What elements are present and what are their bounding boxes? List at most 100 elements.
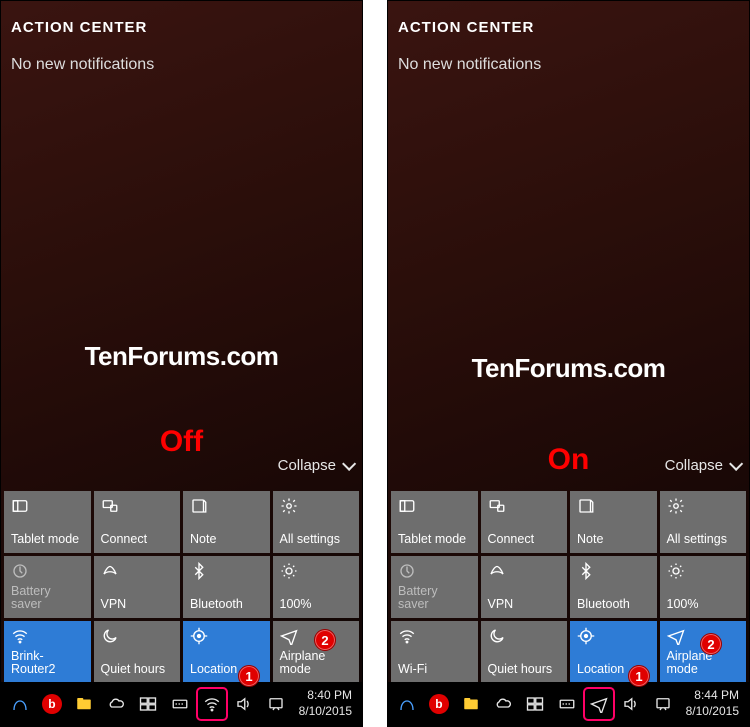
tablet-icon (398, 497, 416, 515)
location-icon (190, 627, 208, 645)
quick-action-tablet[interactable]: Tablet mode (4, 491, 91, 553)
note-icon (577, 497, 595, 515)
tile-label: Connect (101, 533, 174, 547)
quick-action-gear[interactable]: All settings (660, 491, 747, 553)
annotation-callout: 2 (314, 629, 336, 651)
tray-explorer-icon[interactable] (69, 688, 99, 720)
collapse-label: Collapse (665, 457, 723, 474)
tray-action-icon[interactable] (261, 688, 291, 720)
state-label: Off (1, 425, 362, 459)
quick-action-bluetooth[interactable]: Bluetooth (183, 556, 270, 618)
tray-keyboard-icon[interactable] (520, 688, 550, 720)
tray-volume-icon[interactable] (616, 688, 646, 720)
vpn-icon (101, 562, 119, 580)
collapse-label: Collapse (278, 457, 336, 474)
tile-label: Quiet hours (488, 663, 561, 677)
beats-icon: b (42, 694, 62, 714)
bluetooth-icon (577, 562, 595, 580)
taskbar-clock[interactable]: 8:40 PM8/10/2015 (293, 688, 358, 719)
taskbar: b 8:44 PM8/10/2015 (388, 682, 749, 726)
tray-explorer-icon[interactable] (456, 688, 486, 720)
quick-action-note[interactable]: Note (570, 491, 657, 553)
tray-onedrive-icon[interactable] (488, 688, 518, 720)
tray-keyboard-icon[interactable] (133, 688, 163, 720)
tray-plane-icon[interactable] (584, 688, 614, 720)
annotation-callout: 2 (700, 633, 722, 655)
quick-action-battery[interactable]: Battery saver (4, 556, 91, 618)
tray-malwarebytes-icon[interactable] (5, 688, 35, 720)
clock-date: 8/10/2015 (686, 704, 739, 720)
battery-icon (11, 562, 29, 580)
connect-icon (101, 497, 119, 515)
tray-malwarebytes-icon[interactable] (392, 688, 422, 720)
gear-icon (280, 497, 298, 515)
plane-icon (667, 627, 685, 645)
bright-icon (667, 562, 685, 580)
quick-action-bright[interactable]: 100% (660, 556, 747, 618)
quick-action-connect[interactable]: Connect (481, 491, 568, 553)
collapse-button[interactable]: Collapse (278, 457, 352, 474)
tile-label: Brink-Router2 (11, 650, 84, 678)
action-center-header: ACTION CENTER (388, 1, 749, 50)
beats-icon: b (429, 694, 449, 714)
quick-action-note[interactable]: Note (183, 491, 270, 553)
tray-action-icon[interactable] (648, 688, 678, 720)
clock-date: 8/10/2015 (299, 704, 352, 720)
watermark-text: TenForums.com (388, 353, 749, 384)
battery-icon (398, 562, 416, 580)
quick-action-moon[interactable]: Quiet hours (94, 621, 181, 683)
annotation-callout: 1 (238, 665, 260, 687)
tile-label: All settings (667, 533, 740, 547)
action-center-header: ACTION CENTER (1, 1, 362, 50)
quick-action-tablet[interactable]: Tablet mode (391, 491, 478, 553)
tile-label: 100% (280, 598, 353, 612)
clock-time: 8:44 PM (686, 688, 739, 704)
plane-icon (280, 627, 298, 645)
tile-label: Battery saver (11, 585, 84, 613)
quick-action-bright[interactable]: 100% (273, 556, 360, 618)
no-notifications-text: No new notifications (388, 50, 749, 80)
quick-action-moon[interactable]: Quiet hours (481, 621, 568, 683)
quick-action-gear[interactable]: All settings (273, 491, 360, 553)
quick-action-vpn[interactable]: VPN (94, 556, 181, 618)
tray-wifi-icon[interactable] (197, 688, 227, 720)
tray-volume-icon[interactable] (229, 688, 259, 720)
tile-label: 100% (667, 598, 740, 612)
taskbar: b 8:40 PM8/10/2015 (1, 682, 362, 726)
bluetooth-icon (190, 562, 208, 580)
moon-icon (101, 627, 119, 645)
bright-icon (280, 562, 298, 580)
note-icon (190, 497, 208, 515)
tile-label: Quiet hours (101, 663, 174, 677)
collapse-button[interactable]: Collapse (665, 457, 739, 474)
tile-label: Wi-Fi (398, 663, 471, 677)
tray-input-icon[interactable] (165, 688, 195, 720)
quick-action-wifi[interactable]: Wi-Fi (391, 621, 478, 683)
tray-beats-icon[interactable]: b (37, 688, 67, 720)
taskbar-clock[interactable]: 8:44 PM8/10/2015 (680, 688, 745, 719)
quick-action-bluetooth[interactable]: Bluetooth (570, 556, 657, 618)
location-icon (577, 627, 595, 645)
quick-action-battery[interactable]: Battery saver (391, 556, 478, 618)
tile-label: Airplane mode (667, 650, 740, 678)
tray-beats-icon[interactable]: b (424, 688, 454, 720)
quick-action-connect[interactable]: Connect (94, 491, 181, 553)
tile-label: VPN (488, 598, 561, 612)
tile-label: Note (190, 533, 263, 547)
annotation-callout: 1 (628, 665, 650, 687)
tile-label: Note (577, 533, 650, 547)
tray-input-icon[interactable] (552, 688, 582, 720)
connect-icon (488, 497, 506, 515)
quick-action-vpn[interactable]: VPN (481, 556, 568, 618)
tile-label: Tablet mode (11, 533, 84, 547)
wifi-icon (398, 627, 416, 645)
gear-icon (667, 497, 685, 515)
quick-action-wifi[interactable]: Brink-Router2 (4, 621, 91, 683)
tile-label: Bluetooth (190, 598, 263, 612)
watermark-text: TenForums.com (1, 341, 362, 372)
tile-label: Bluetooth (577, 598, 650, 612)
quick-action-plane[interactable]: Airplane mode (273, 621, 360, 683)
tray-onedrive-icon[interactable] (101, 688, 131, 720)
tile-label: Airplane mode (280, 650, 353, 678)
tile-label: Tablet mode (398, 533, 471, 547)
